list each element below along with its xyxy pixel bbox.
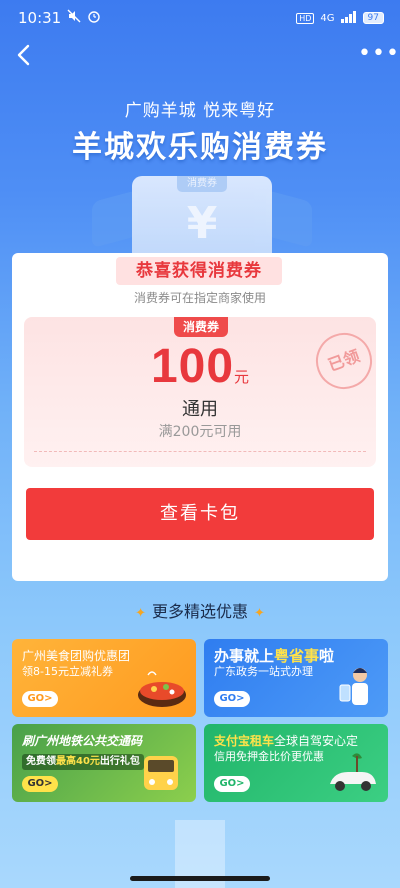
nav-bar: ••• bbox=[0, 38, 400, 74]
mute-icon bbox=[67, 9, 81, 27]
coupon-hint: 消费券可在指定商家使用 bbox=[133, 291, 266, 305]
promo-go-button[interactable]: GO> bbox=[22, 776, 58, 792]
status-left: 10:31 bbox=[18, 9, 101, 27]
promo-title-c: 啦 bbox=[319, 647, 335, 665]
promo-desc-a: 免费领 bbox=[26, 756, 56, 767]
promo-title: 办事就上粤省事啦 bbox=[214, 649, 378, 664]
promo-desc-amount: 最高40元 bbox=[56, 756, 100, 767]
view-wallet-button[interactable]: 查看卡包 bbox=[26, 488, 374, 540]
section-title: ✦ 更多精选优惠 ✦ bbox=[0, 598, 400, 622]
battery-indicator: 97 bbox=[362, 12, 384, 24]
status-time: 10:31 bbox=[18, 9, 62, 27]
hero-title: 羊城欢乐购消费券 bbox=[72, 130, 328, 165]
sparkle-icon: ✦ bbox=[135, 606, 146, 621]
promo-title: 支付宝租车全球自驾安心定 bbox=[214, 734, 378, 749]
coupon-tag: 消费券 bbox=[174, 317, 228, 337]
home-indicator[interactable] bbox=[130, 876, 270, 881]
promo-car-rental-banner[interactable]: 支付宝租车全球自驾安心定 信用免押金比价更优惠 GO> bbox=[204, 724, 388, 802]
coupon-card: 恭喜获得消费券 消费券可在指定商家使用 消费券 100元 通用 满200元可用 … bbox=[12, 253, 388, 581]
decor-ticket-tag: 消费券 bbox=[177, 176, 227, 192]
promo-title-highlight: 支付宝租车 bbox=[214, 734, 275, 748]
hero-subtitle: 广购羊城 悦来粤好 bbox=[124, 101, 276, 121]
promo-title: 刷广州地铁公共交通码 bbox=[22, 734, 143, 748]
promo-gov-banner[interactable]: 办事就上粤省事啦 广东政务一站式办理 GO> bbox=[204, 639, 388, 717]
alarm-icon bbox=[87, 9, 101, 27]
promo-go-button[interactable]: GO> bbox=[214, 776, 250, 792]
back-arrow-icon bbox=[17, 44, 30, 66]
promo-title: 广州美食团购优惠团 bbox=[22, 649, 131, 663]
yen-icon: ¥ bbox=[186, 198, 218, 249]
hd-badge: HD bbox=[296, 12, 315, 24]
promo-go-button[interactable]: GO> bbox=[214, 691, 250, 707]
train-icon bbox=[144, 756, 178, 790]
coupon-type: 通用 bbox=[182, 399, 218, 420]
coupon-amount-unit: 元 bbox=[234, 368, 250, 386]
coupon-amount-value: 100 bbox=[150, 340, 235, 393]
promo-metro-banner[interactable]: 刷广州地铁公共交通码 免费领最高40元出行礼包 GO> bbox=[12, 724, 196, 802]
more-icon: ••• bbox=[358, 41, 400, 66]
promo-food-banner[interactable]: 广州美食团购优惠团 领8-15元立减礼券 GO> bbox=[12, 639, 196, 717]
hotpot-icon bbox=[138, 671, 186, 707]
status-bar: 10:31 HD 4G 97 bbox=[0, 0, 400, 36]
congrats-title: 恭喜获得消费券 bbox=[116, 257, 282, 285]
decor-wing-right bbox=[266, 189, 312, 249]
more-menu-button[interactable]: ••• bbox=[358, 40, 399, 70]
promo-title-a: 办事就上 bbox=[214, 647, 275, 665]
car-icon bbox=[330, 753, 376, 791]
promo-title-b: 全球自驾安心定 bbox=[274, 734, 359, 748]
coupon-ticket: 消费券 100元 通用 满200元可用 已领 bbox=[24, 317, 376, 467]
coupon-condition: 满200元可用 bbox=[158, 424, 242, 440]
back-button[interactable] bbox=[12, 40, 42, 70]
network-type: 4G bbox=[320, 12, 335, 24]
status-right: HD 4G 97 bbox=[296, 10, 384, 26]
section-title-text: 更多精选优惠 bbox=[151, 602, 248, 621]
person-phone-icon bbox=[339, 668, 368, 705]
sparkle-icon: ✦ bbox=[254, 606, 265, 621]
coupon-divider bbox=[34, 451, 366, 452]
signal-icon bbox=[340, 10, 357, 26]
promo-go-button[interactable]: GO> bbox=[22, 691, 58, 707]
promo-desc: 免费领最高40元出行礼包 bbox=[22, 754, 144, 770]
promo-title-highlight: 粤省事 bbox=[274, 647, 320, 665]
